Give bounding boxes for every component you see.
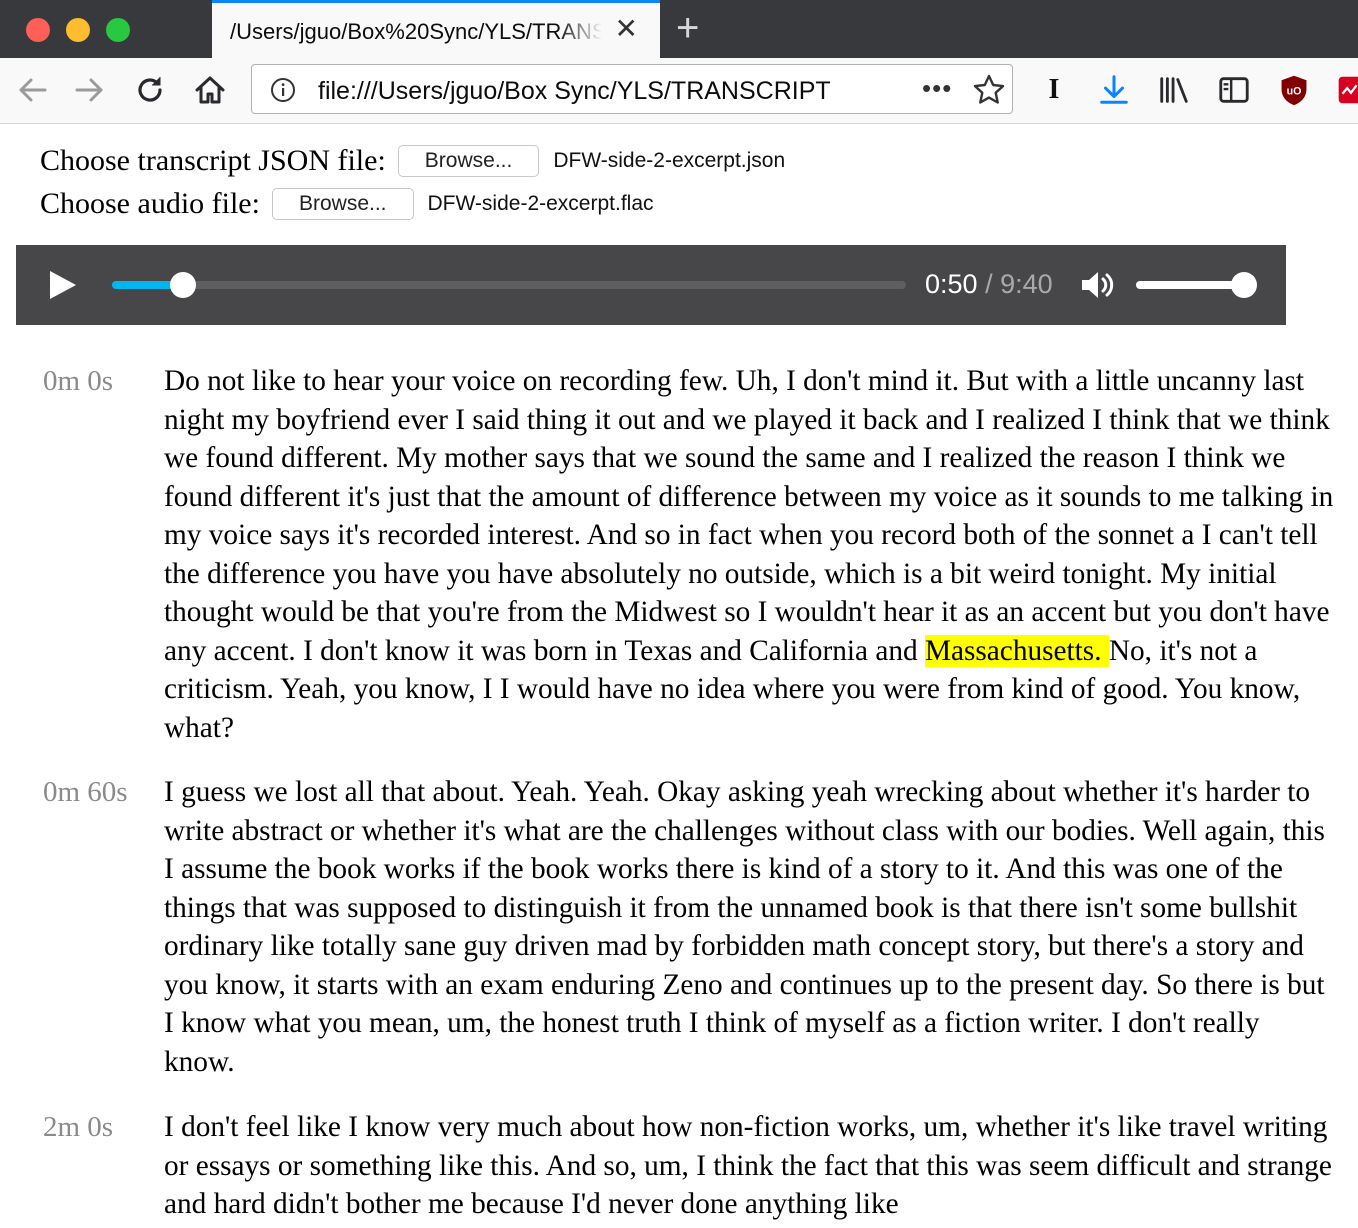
info-icon[interactable] [270, 77, 296, 103]
close-window-button[interactable] [26, 18, 50, 42]
audio-file-name: DFW-side-2-excerpt.flac [427, 192, 654, 215]
segment-text: I guess we lost all that about. Yeah. Ye… [164, 776, 1325, 1078]
zoom-window-button[interactable] [106, 18, 130, 42]
audio-player: 0:50 / 9:40 [16, 245, 1286, 325]
time-separator: / [977, 269, 1001, 299]
minimize-window-button[interactable] [66, 18, 90, 42]
library-icon[interactable] [1156, 72, 1192, 108]
address-bar[interactable]: file:///Users/jguo/Box Sync/YLS/TRANSCRI… [251, 64, 1013, 114]
svg-text:uO: uO [1287, 85, 1302, 97]
navigation-toolbar: file:///Users/jguo/Box Sync/YLS/TRANSCRI… [0, 58, 1358, 124]
segment-text: Do not like to hear your voice on record… [164, 362, 1334, 747]
back-button[interactable] [10, 68, 54, 112]
downloads-icon[interactable] [1096, 72, 1132, 108]
audio-file-label: Choose audio file: [40, 187, 260, 220]
reader-text-icon[interactable]: I [1036, 72, 1072, 108]
current-time: 0:50 [925, 269, 978, 299]
transcript-file-name: DFW-side-2-excerpt.json [553, 149, 786, 172]
window-titlebar: /Users/jguo/Box%20Sync/YLS/TRANSCRIPT ✕ … [0, 0, 1358, 58]
volume-icon[interactable] [1080, 269, 1116, 301]
audio-browse-button[interactable]: Browse... [271, 188, 414, 220]
volume-handle[interactable] [1231, 272, 1257, 298]
home-button[interactable] [188, 68, 232, 112]
reload-icon [138, 77, 162, 102]
tab-title: /Users/jguo/Box%20Sync/YLS/TRANSCRIPT [230, 19, 602, 44]
forward-button[interactable] [68, 68, 112, 112]
page-actions-menu-icon[interactable]: ••• [922, 73, 952, 104]
segment-timestamp[interactable]: 0m 0s [43, 362, 113, 401]
volume-slider[interactable] [1136, 272, 1257, 298]
play-icon[interactable] [50, 271, 76, 299]
volume-level [1136, 281, 1244, 289]
segment-timestamp[interactable]: 2m 0s [43, 1108, 113, 1147]
bookmark-star-icon[interactable] [972, 73, 1006, 107]
duration: 9:40 [1000, 269, 1053, 299]
new-tab-button[interactable]: + [676, 6, 699, 50]
ublock-origin-icon[interactable]: uO [1276, 72, 1312, 108]
transcript-browse-button[interactable]: Browse... [397, 145, 540, 177]
extension-icon[interactable] [1338, 72, 1358, 108]
tab-close-icon[interactable]: ✕ [615, 15, 638, 43]
segment-text-part: Do not like to hear your voice on record… [164, 365, 1334, 667]
back-arrow-icon [19, 78, 47, 102]
current-word-highlight: Massachusetts. [924, 634, 1109, 667]
transcript-file-picker: Choose transcript JSON file: Browse... D… [40, 141, 785, 181]
seek-slider[interactable] [112, 272, 906, 298]
forward-arrow-icon [75, 78, 103, 102]
reload-button[interactable] [128, 68, 172, 112]
seek-handle[interactable] [169, 272, 196, 298]
home-icon [195, 76, 225, 104]
sidebar-icon[interactable] [1216, 72, 1252, 108]
transcript-file-label: Choose transcript JSON file: [40, 144, 386, 177]
browser-tab-active[interactable]: /Users/jguo/Box%20Sync/YLS/TRANSCRIPT ✕ [212, 0, 660, 58]
segment-text: I don't feel like I know very much about… [164, 1111, 1332, 1220]
playback-time: 0:50 / 9:40 [925, 269, 1053, 300]
audio-file-picker: Choose audio file: Browse... DFW-side-2-… [40, 184, 654, 224]
segment-timestamp[interactable]: 0m 60s [43, 773, 128, 812]
url-text[interactable]: file:///Users/jguo/Box Sync/YLS/TRANSCRI… [318, 77, 874, 106]
